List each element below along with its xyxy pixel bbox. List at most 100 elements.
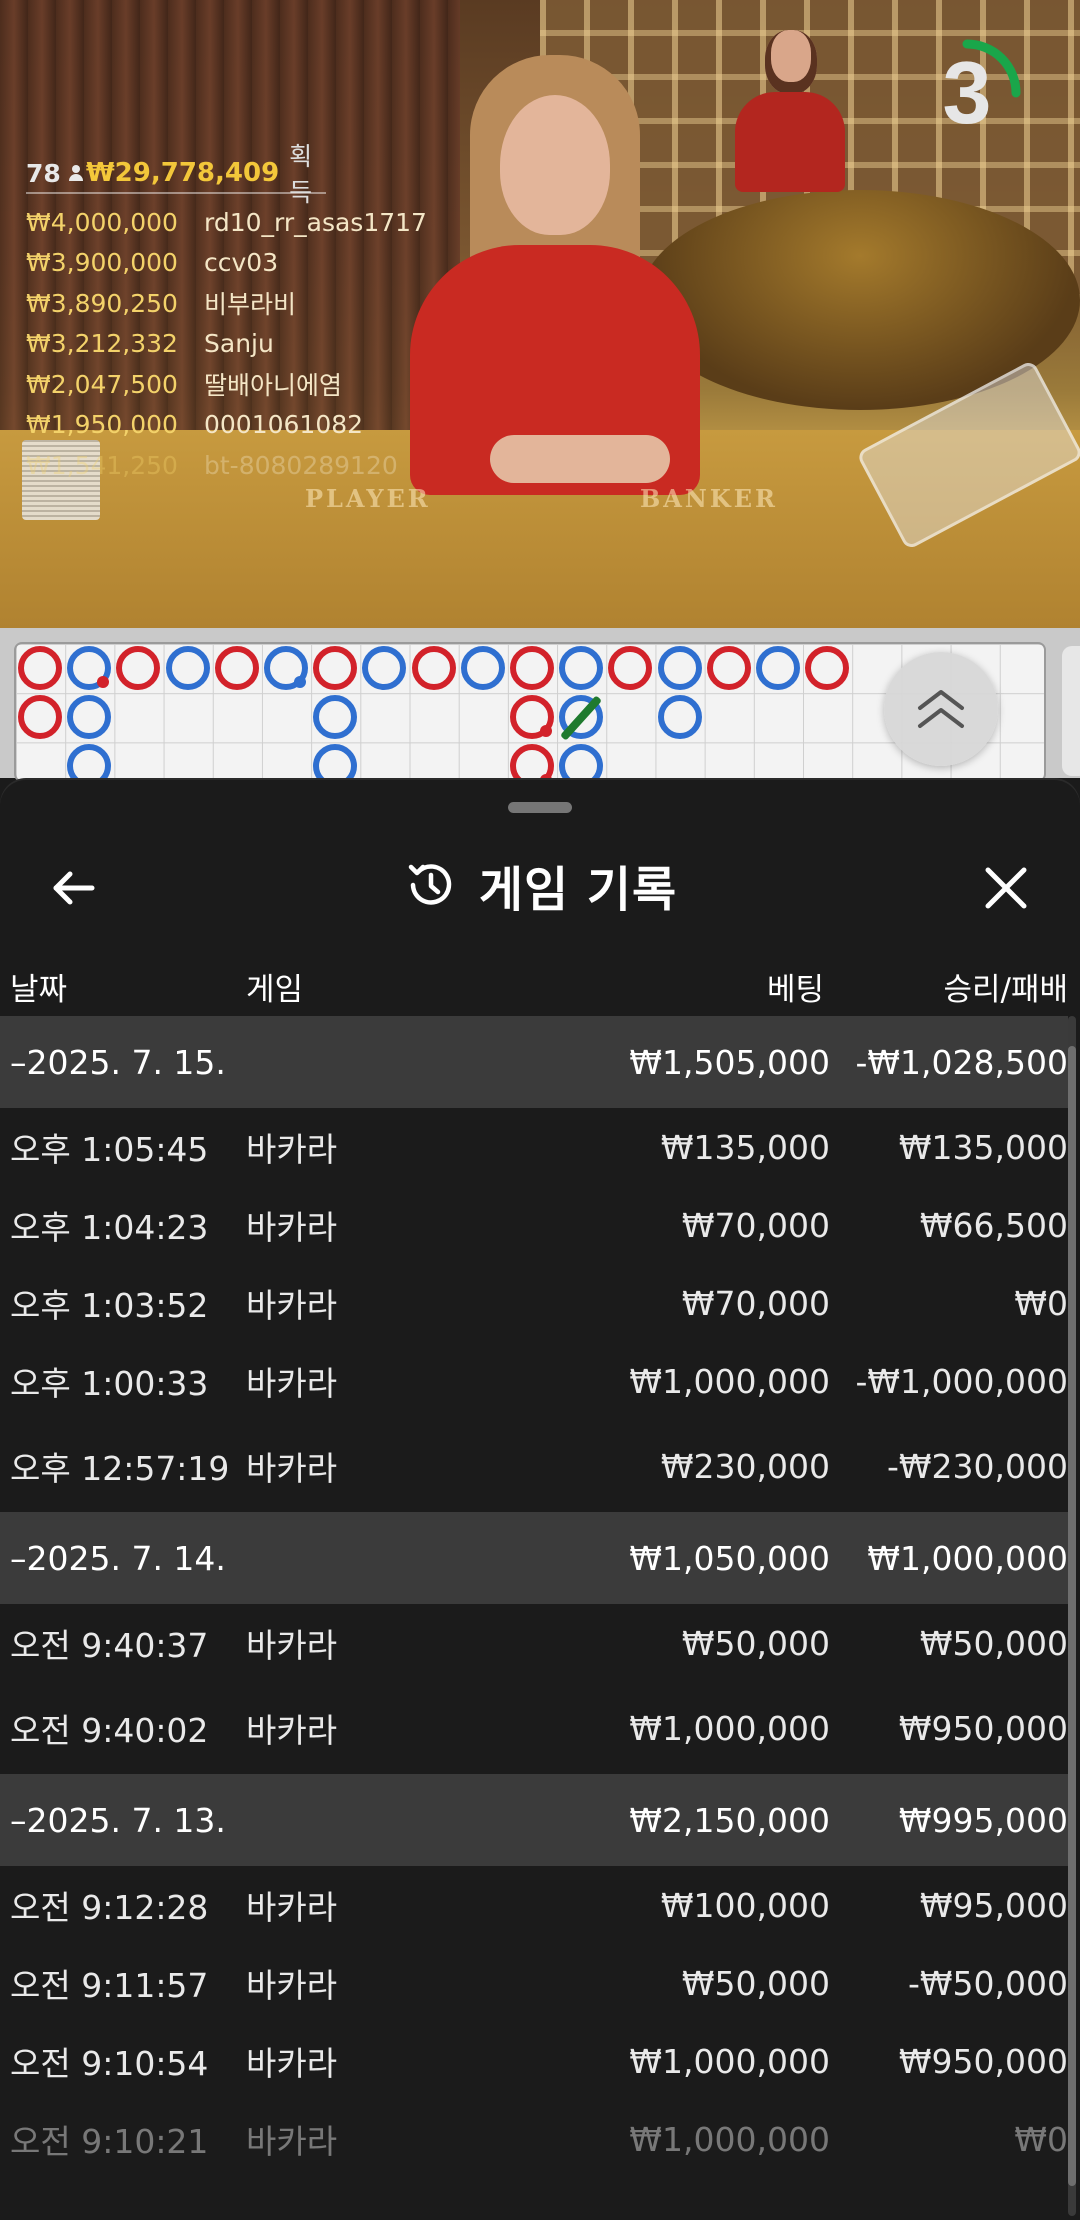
row-game: 바카라 <box>246 1364 338 1403</box>
player-bead <box>559 646 604 690</box>
row-time: 오후 12:57:19 <box>10 1449 230 1488</box>
date-group-row[interactable]: –2025. 7. 14. ₩1,050,000 ₩1,000,000 <box>0 1512 1068 1604</box>
winners-total: ₩29,778,409 <box>86 158 280 188</box>
row-time: 오전 9:40:37 <box>10 1626 209 1665</box>
banker-bead <box>805 646 850 690</box>
banker-bead <box>214 646 259 690</box>
winner-amount: ₩1,541,250 <box>26 450 178 480</box>
row-result: ₩950,000 <box>898 2041 1068 2081</box>
countdown-timer: 3 <box>912 38 1022 148</box>
winner-row: ₩4,000,000 rd10_rr_asas1717 <box>26 202 427 243</box>
row-time: 오후 1:03:52 <box>10 1286 209 1325</box>
date-group-row[interactable]: –2025. 7. 15. ₩1,505,000 -₩1,028,500 <box>0 1016 1068 1108</box>
scrollbar[interactable] <box>1068 1016 1076 2216</box>
winner-amount: ₩3,212,332 <box>26 329 178 359</box>
banker-bead <box>18 646 62 690</box>
winners-count: 78 <box>26 158 61 188</box>
winners-header: 78 ₩29,778,409 획득 <box>26 142 326 207</box>
player-bead <box>657 646 702 690</box>
player-bead <box>313 744 358 780</box>
winner-row: ₩1,541,250 bt-8080289120 <box>26 445 427 486</box>
row-bet: ₩1,505,000 <box>629 1042 830 1082</box>
sheet-title-group: 게임 기록 <box>0 830 1080 940</box>
col-result: 승리/패배 <box>943 972 1068 1008</box>
row-bet: ₩1,000,000 <box>629 1361 830 1401</box>
row-result: ₩0 <box>1014 1283 1068 1323</box>
row-time: 오전 9:10:54 <box>10 2044 209 2083</box>
history-row: 오전 9:40:37 바카라 ₩50,000 ₩50,000 <box>0 1604 1068 1682</box>
winners-list: 78 ₩29,778,409 획득 ₩4,000,000 rd10_rr_asas… <box>26 142 427 486</box>
row-result: ₩0 <box>1014 2119 1068 2159</box>
winner-row: ₩1,950,000 0001061082 <box>26 405 427 446</box>
row-bet: ₩100,000 <box>660 1885 830 1925</box>
group-date: –2025. 7. 14. <box>10 1538 226 1578</box>
row-game: 바카라 <box>246 1711 338 1750</box>
row-game: 바카라 <box>246 1286 338 1325</box>
winner-name: Sanju <box>204 329 274 359</box>
sheet-header: 게임 기록 <box>0 830 1080 940</box>
row-bet: ₩1,050,000 <box>629 1538 830 1578</box>
history-row: 오후 1:00:33 바카라 ₩1,000,000 -₩1,000,000 <box>0 1342 1068 1420</box>
back-button[interactable] <box>44 858 104 918</box>
row-result: ₩995,000 <box>898 1800 1068 1840</box>
group-date: –2025. 7. 15. <box>10 1042 226 1082</box>
history-row: 오후 12:57:19 바카라 ₩230,000 -₩230,000 <box>0 1420 1068 1512</box>
winner-row: ₩3,212,332 Sanju <box>26 324 427 365</box>
winner-name: bt-8080289120 <box>204 450 398 480</box>
expand-roadmap-button[interactable] <box>884 652 998 766</box>
sheet-drag-handle[interactable] <box>508 802 572 813</box>
winners-label: 획득 <box>289 142 313 207</box>
table-banker-label: BANKER <box>640 484 778 513</box>
player-bead <box>460 646 505 690</box>
history-row: 오후 1:04:23 바카라 ₩70,000 ₩66,500 <box>0 1186 1068 1264</box>
pair-dot-icon <box>97 676 110 688</box>
arrow-left-icon <box>53 871 95 905</box>
winner-name: ccv03 <box>204 248 279 278</box>
banker-bead <box>510 744 554 780</box>
winner-name: rd10_rr_asas1717 <box>204 207 427 237</box>
row-game: 바카라 <box>246 1888 338 1927</box>
banker-bead <box>313 646 358 690</box>
player-bead <box>67 695 112 740</box>
close-button[interactable] <box>976 858 1036 918</box>
banker-bead <box>116 646 161 690</box>
game-history-sheet: 게임 기록 날짜 게임 베팅 승리/패배 –2025. 7. 15. ₩1,505… <box>0 780 1080 2220</box>
col-bet: 베팅 <box>766 972 824 1008</box>
row-bet: ₩135,000 <box>660 1127 830 1167</box>
row-result: ₩1,000,000 <box>867 1538 1068 1578</box>
column-headers: 날짜 게임 베팅 승리/패배 <box>0 950 1080 1020</box>
banker-bead <box>411 646 456 690</box>
scrollbar-thumb[interactable] <box>1068 1046 1076 2186</box>
row-game: 바카라 <box>246 1208 338 1247</box>
row-game: 바카라 <box>246 1130 338 1169</box>
row-time: 오전 9:40:02 <box>10 1711 209 1750</box>
sheet-title: 게임 기록 <box>478 862 678 918</box>
row-bet: ₩1,000,000 <box>629 1708 830 1748</box>
timer-value: 3 <box>942 43 992 142</box>
row-result: ₩950,000 <box>898 1708 1068 1748</box>
dealer <box>390 55 720 495</box>
row-time: 오후 1:00:33 <box>10 1364 209 1403</box>
row-result: ₩50,000 <box>919 1623 1068 1663</box>
row-bet: ₩50,000 <box>681 1963 830 2003</box>
row-result: ₩66,500 <box>919 1205 1068 1245</box>
row-bet: ₩1,000,000 <box>629 2041 830 2081</box>
history-row: 오전 9:40:02 바카라 ₩1,000,000 ₩950,000 <box>0 1682 1068 1774</box>
player-bead <box>559 744 604 780</box>
player-bead <box>313 695 358 740</box>
winner-row: ₩3,900,000 ccv03 <box>26 243 427 284</box>
winner-row: ₩3,890,250 비부라비 <box>26 283 427 324</box>
pair-dot-icon <box>294 676 306 688</box>
banker-bead <box>706 646 751 690</box>
date-group-row[interactable]: –2025. 7. 13. ₩2,150,000 ₩995,000 <box>0 1774 1068 1866</box>
player-bead <box>67 646 112 690</box>
user-icon <box>68 165 84 181</box>
close-icon <box>985 867 1027 909</box>
row-time: 오후 1:04:23 <box>10 1208 209 1247</box>
history-list: –2025. 7. 15. ₩1,505,000 -₩1,028,500 오후 1:0… <box>0 1016 1068 2178</box>
winner-amount: ₩1,950,000 <box>26 410 178 440</box>
row-game: 바카라 <box>246 2044 338 2083</box>
history-row: 오전 9:10:21 바카라 ₩1,000,000 ₩0 <box>0 2100 1068 2178</box>
pair-dot-icon <box>540 725 552 738</box>
row-time: 오전 9:10:21 <box>10 2122 209 2161</box>
